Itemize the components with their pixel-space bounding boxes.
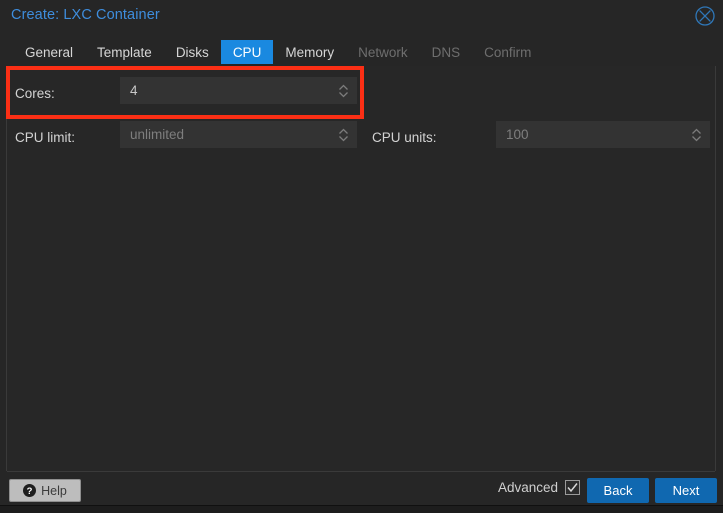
tab-confirm: Confirm [472,40,543,64]
dialog-title-bar: Create: LXC Container [0,0,723,32]
create-lxc-container-dialog: Create: LXC Container General Template D… [0,0,723,513]
svg-text:?: ? [27,486,33,497]
spinner-updown-icon[interactable] [690,126,703,144]
tab-label: Confirm [484,44,532,60]
tab-label: Network [358,44,408,60]
tab-label: Template [97,44,152,60]
help-button-label: Help [41,483,67,498]
help-button[interactable]: ? Help [9,479,81,502]
cpu-units-value: 100 [506,127,529,142]
cores-label: Cores: [15,86,55,101]
next-button[interactable]: Next [655,478,717,503]
wizard-tab-bar: General Template Disks CPU Memory Networ… [0,40,543,64]
tab-label: DNS [431,44,461,60]
advanced-label: Advanced [497,480,558,495]
cores-input[interactable]: 4 [120,77,357,104]
dialog-footer: ? Help Advanced Back Next [0,472,723,505]
spinner-updown-icon[interactable] [337,126,350,144]
tab-label: Memory [285,44,335,60]
advanced-checkbox-group[interactable]: Advanced [498,480,580,495]
tab-disks[interactable]: Disks [164,40,221,64]
cpu-limit-input[interactable]: unlimited [120,121,357,148]
dialog-right-border [715,66,716,471]
cpu-limit-placeholder: unlimited [130,127,185,142]
cores-value: 4 [130,83,138,98]
cpu-settings-panel: Cores: 4 CPU limit: unlimited CPU units:… [7,66,715,471]
page-title: Create: LXC Container [11,7,160,23]
spinner-updown-icon[interactable] [337,82,350,100]
close-icon[interactable] [694,5,716,27]
tab-template[interactable]: Template [85,40,164,64]
question-mark-icon: ? [23,484,37,497]
advanced-checkbox[interactable] [565,480,580,495]
tab-label: CPU [232,44,262,60]
cpu-units-label: CPU units: [372,130,437,145]
tab-label: General [25,44,74,60]
cpu-limit-label: CPU limit: [15,130,75,145]
tab-general[interactable]: General [13,40,85,64]
tab-network: Network [346,40,420,64]
tab-cpu[interactable]: CPU [220,40,274,64]
back-button[interactable]: Back [587,478,649,503]
tab-label: Disks [175,44,209,60]
tab-memory[interactable]: Memory [273,40,346,64]
tab-dns: DNS [420,40,473,64]
cpu-units-input[interactable]: 100 [496,121,710,148]
